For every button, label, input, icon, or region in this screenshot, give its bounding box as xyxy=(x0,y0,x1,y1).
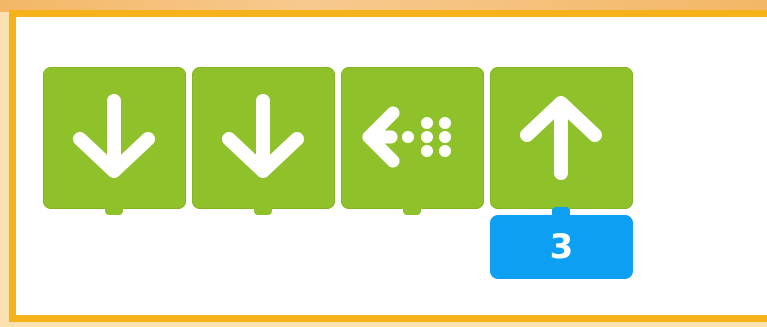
workspace-frame: 3 xyxy=(0,0,767,327)
arrow-up-icon xyxy=(520,96,602,180)
arrow-left-dots-icon xyxy=(362,106,451,168)
block-connector xyxy=(254,207,272,215)
move-down-block[interactable] xyxy=(43,67,186,215)
repeat-count-value: 3 xyxy=(549,227,574,267)
move-up-block[interactable] xyxy=(490,67,633,215)
badge-connector xyxy=(552,207,570,217)
move-down-block[interactable] xyxy=(192,67,335,215)
code-canvas: 3 xyxy=(9,10,767,322)
repeat-count-badge[interactable]: 3 xyxy=(490,207,633,279)
arrow-down-icon xyxy=(73,94,155,178)
arrow-down-icon xyxy=(222,94,304,178)
shoot-left-block[interactable] xyxy=(341,67,484,215)
block-connector xyxy=(403,207,421,215)
block-connector xyxy=(105,207,123,215)
